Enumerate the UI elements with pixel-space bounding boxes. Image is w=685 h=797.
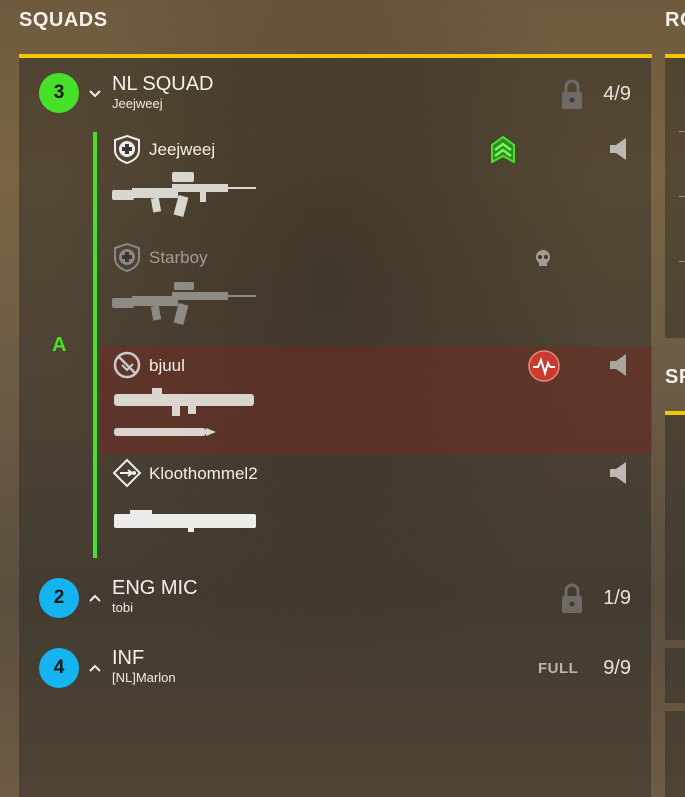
squad-member-row[interactable]: Starboy (100, 238, 652, 346)
medic-icon (114, 242, 140, 272)
squads-title: SQUADS (19, 9, 108, 31)
skull-icon (536, 250, 550, 266)
member-name: Jeejweej (149, 140, 216, 159)
member-name: bjuul (149, 356, 185, 375)
squad-member-row[interactable]: Kloothommel2 (100, 454, 652, 562)
squad-name[interactable]: ENG MIC (112, 577, 198, 600)
lock-icon (562, 583, 582, 613)
squad-member-row[interactable]: Jeejweej (100, 130, 652, 238)
squad-leader-rank-icon (491, 135, 515, 164)
grenadier-icon (112, 458, 142, 488)
anti-tank-icon (113, 351, 141, 379)
speaker-icon[interactable] (608, 352, 630, 378)
side-panel-title: RO (665, 9, 685, 31)
side-panel-bottom-3 (665, 711, 685, 797)
squad-name[interactable]: INF (112, 647, 144, 670)
side-panel-bottom-2 (665, 648, 685, 703)
chevron-up-icon[interactable] (88, 661, 102, 675)
side-panel-top (665, 58, 685, 338)
side-tick (679, 131, 685, 132)
assault-rifle-icon (112, 282, 256, 325)
squad-number-badge[interactable]: 2 (39, 578, 79, 618)
medic-icon (114, 134, 140, 164)
revive-icon (528, 350, 560, 382)
squad-full-label: FULL (538, 660, 579, 677)
side-tick (679, 196, 685, 197)
lock-icon (562, 79, 582, 109)
squad-number-badge[interactable]: 3 (39, 73, 79, 113)
squad-member-count: 4/9 (603, 83, 631, 105)
rocket-launcher-icon (114, 510, 256, 532)
squad-member-row[interactable]: bjuul (100, 346, 652, 454)
fireteam-label: A (52, 334, 67, 356)
squad-name[interactable]: NL SQUAD (112, 73, 214, 96)
squad-number-badge[interactable]: 4 (39, 648, 79, 688)
chevron-up-icon[interactable] (88, 591, 102, 605)
recoilless-launcher-icon (114, 388, 254, 436)
side-tick (679, 261, 685, 262)
member-name: Kloothommel2 (149, 464, 258, 483)
side-panel-bottom (665, 415, 685, 640)
side-panel-title-2: SP (665, 366, 685, 388)
fireteam-bar (93, 132, 97, 558)
assault-rifle-icon (112, 172, 256, 217)
speaker-icon[interactable] (608, 460, 630, 486)
member-name: Starboy (149, 248, 208, 267)
speaker-icon[interactable] (608, 136, 630, 162)
squad-member-count: 1/9 (603, 587, 631, 609)
squad-leader-name: tobi (112, 600, 133, 615)
chevron-down-icon[interactable] (88, 87, 102, 101)
squad-member-count: 9/9 (603, 657, 631, 679)
squad-leader-name: [NL]Marlon (112, 670, 176, 685)
squad-leader-name: Jeejweej (112, 96, 163, 111)
